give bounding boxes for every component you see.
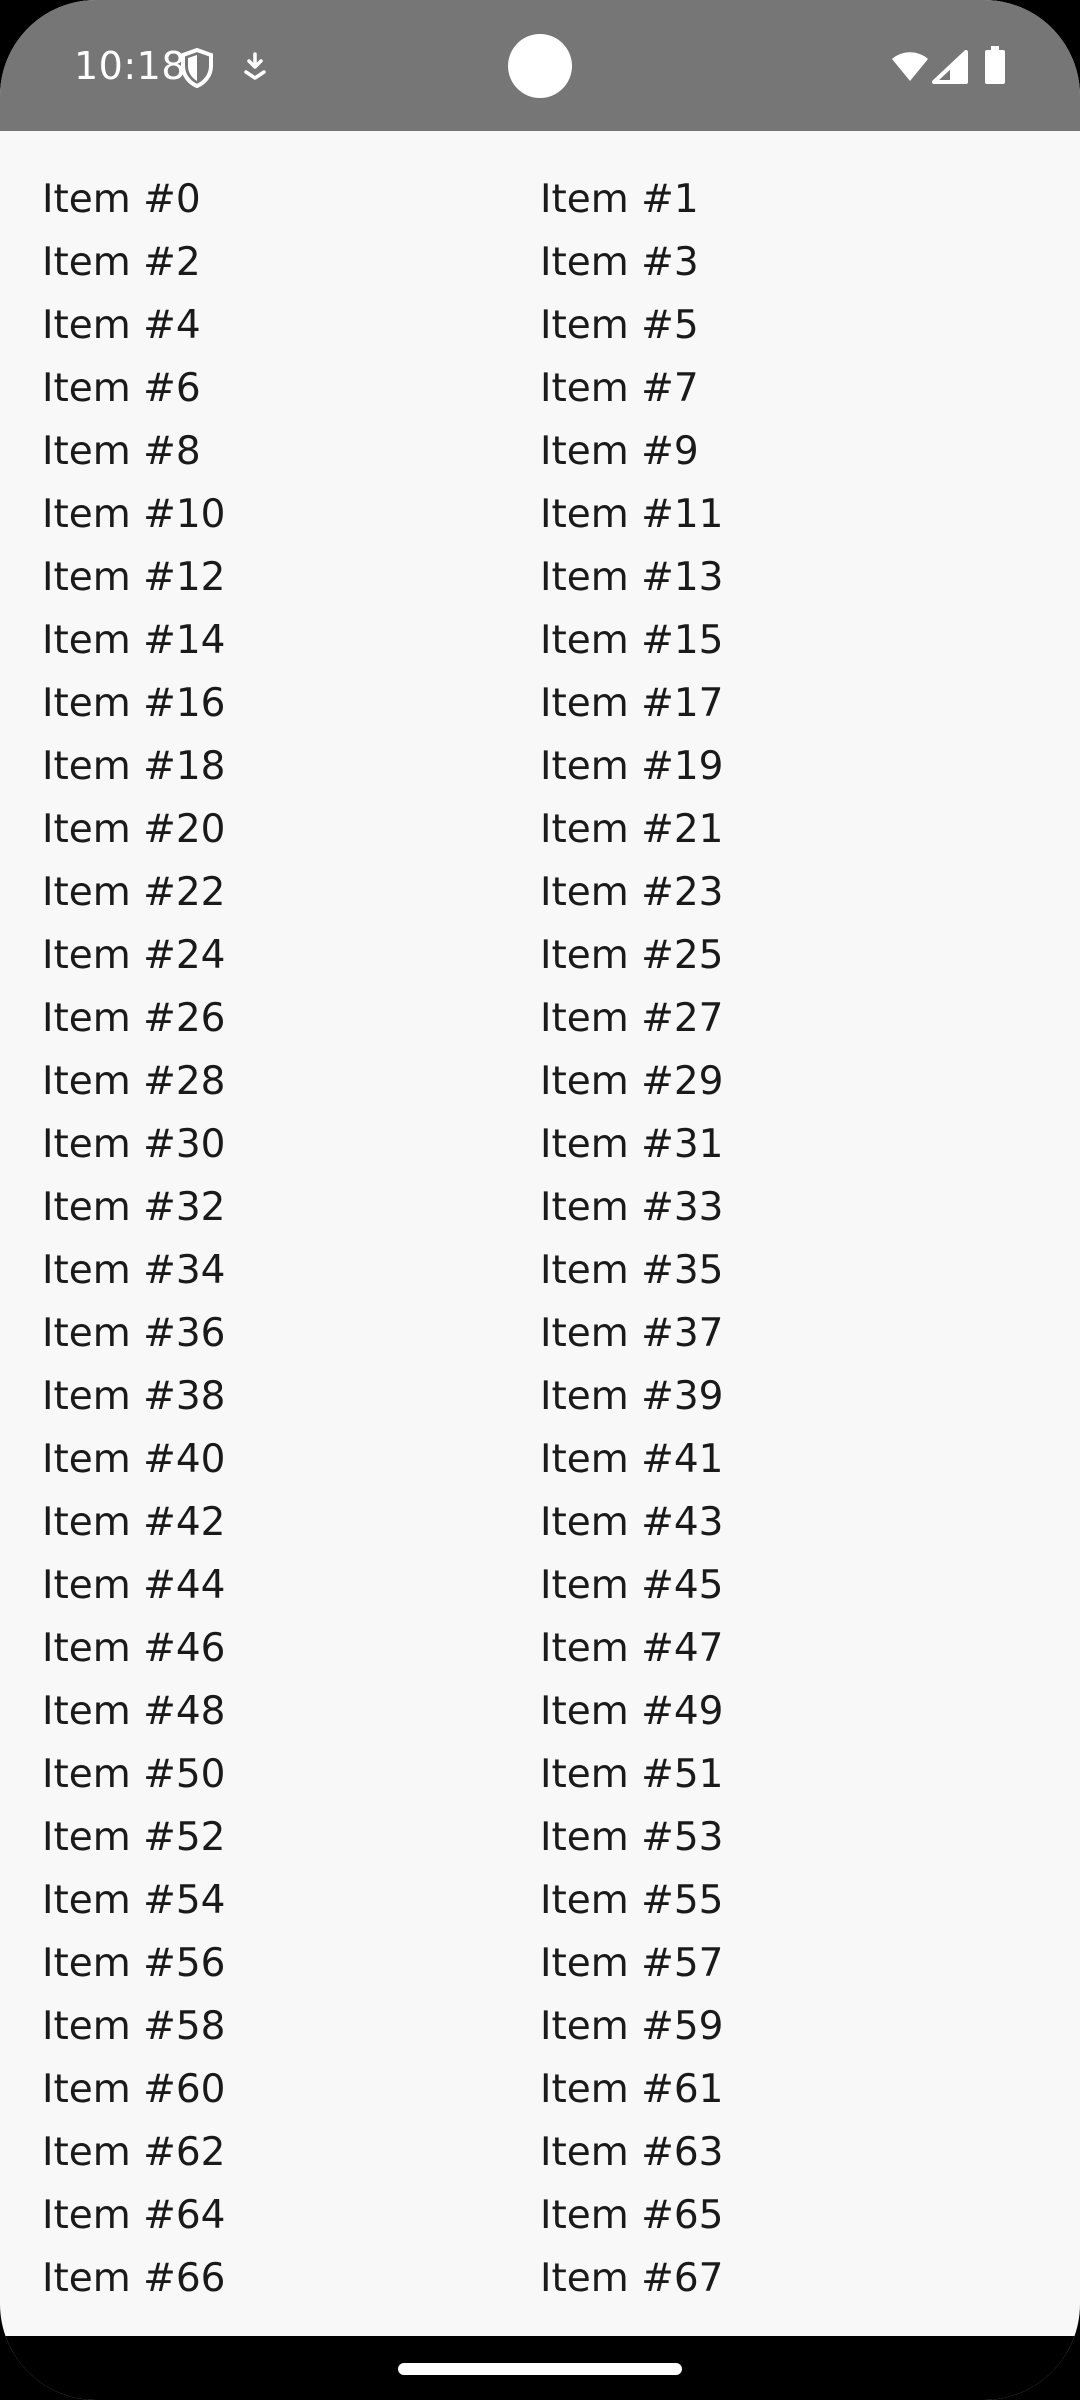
list-item[interactable]: Item #27 bbox=[540, 996, 1038, 1059]
list-item[interactable]: Item #39 bbox=[540, 1374, 1038, 1437]
list-item[interactable]: Item #45 bbox=[540, 1563, 1038, 1626]
list-item[interactable]: Item #0 bbox=[42, 177, 540, 240]
list-item[interactable]: Item #53 bbox=[540, 1815, 1038, 1878]
list-item[interactable]: Item #21 bbox=[540, 807, 1038, 870]
shield-icon bbox=[181, 48, 213, 88]
list-item[interactable]: Item #4 bbox=[42, 303, 540, 366]
list-item[interactable]: Item #56 bbox=[42, 1941, 540, 2004]
list-item[interactable]: Item #38 bbox=[42, 1374, 540, 1437]
battery-icon bbox=[985, 46, 1005, 84]
list-item[interactable]: Item #22 bbox=[42, 870, 540, 933]
list-item[interactable]: Item #42 bbox=[42, 1500, 540, 1563]
phone-screen: 10:18 Item #0 Item #1 Item #2 Item #3 Item #… bbox=[0, 0, 1080, 2400]
list-item[interactable]: Item #28 bbox=[42, 1059, 540, 1122]
list-item[interactable]: Item #46 bbox=[42, 1626, 540, 1689]
list-item[interactable]: Item #25 bbox=[540, 933, 1038, 996]
list-item[interactable]: Item #41 bbox=[540, 1437, 1038, 1500]
list-item[interactable]: Item #64 bbox=[42, 2193, 540, 2256]
list-item[interactable]: Item #62 bbox=[42, 2130, 540, 2193]
list-item[interactable]: Item #50 bbox=[42, 1752, 540, 1815]
list-item[interactable]: Item #37 bbox=[540, 1311, 1038, 1374]
list-item[interactable]: Item #18 bbox=[42, 744, 540, 807]
list-item[interactable]: Item #40 bbox=[42, 1437, 540, 1500]
list-item[interactable]: Item #65 bbox=[540, 2193, 1038, 2256]
list-item[interactable]: Item #15 bbox=[540, 618, 1038, 681]
list-item[interactable]: Item #44 bbox=[42, 1563, 540, 1626]
list-item[interactable]: Item #13 bbox=[540, 555, 1038, 618]
list-item[interactable]: Item #52 bbox=[42, 1815, 540, 1878]
list-item[interactable]: Item #10 bbox=[42, 492, 540, 555]
list-item[interactable]: Item #57 bbox=[540, 1941, 1038, 2004]
list-item[interactable]: Item #24 bbox=[42, 933, 540, 996]
list-item[interactable]: Item #26 bbox=[42, 996, 540, 1059]
list-item[interactable]: Item #11 bbox=[540, 492, 1038, 555]
list-item[interactable]: Item #32 bbox=[42, 1185, 540, 1248]
list-item[interactable]: Item #12 bbox=[42, 555, 540, 618]
download-icon bbox=[244, 52, 266, 80]
cell-signal-icon bbox=[932, 50, 968, 84]
list-item[interactable]: Item #66 bbox=[42, 2256, 540, 2295]
list-item[interactable]: Item #17 bbox=[540, 681, 1038, 744]
list-item[interactable]: Item #54 bbox=[42, 1878, 540, 1941]
home-gesture-handle[interactable] bbox=[398, 2363, 682, 2375]
list-item[interactable]: Item #67 bbox=[540, 2256, 1038, 2295]
list-item[interactable]: Item #49 bbox=[540, 1689, 1038, 1752]
item-grid: Item #0 Item #1 Item #2 Item #3 Item #4 Item … bbox=[42, 177, 1042, 2295]
list-item[interactable]: Item #51 bbox=[540, 1752, 1038, 1815]
camera-cutout bbox=[508, 34, 572, 98]
list-item[interactable]: Item #31 bbox=[540, 1122, 1038, 1185]
list-item[interactable]: Item #1 bbox=[540, 177, 1038, 240]
list-item[interactable]: Item #47 bbox=[540, 1626, 1038, 1689]
list-item[interactable]: Item #8 bbox=[42, 429, 540, 492]
list-item[interactable]: Item #6 bbox=[42, 366, 540, 429]
list-item[interactable]: Item #7 bbox=[540, 366, 1038, 429]
list-item[interactable]: Item #36 bbox=[42, 1311, 540, 1374]
list-item[interactable]: Item #30 bbox=[42, 1122, 540, 1185]
status-time: 10:18 bbox=[74, 44, 187, 88]
list-item[interactable]: Item #35 bbox=[540, 1248, 1038, 1311]
list-item[interactable]: Item #20 bbox=[42, 807, 540, 870]
list-item[interactable]: Item #14 bbox=[42, 618, 540, 681]
list-item[interactable]: Item #2 bbox=[42, 240, 540, 303]
wifi-icon bbox=[892, 52, 928, 81]
list-item[interactable]: Item #29 bbox=[540, 1059, 1038, 1122]
status-bar: 10:18 bbox=[0, 0, 1080, 131]
list-item[interactable]: Item #58 bbox=[42, 2004, 540, 2067]
list-item[interactable]: Item #34 bbox=[42, 1248, 540, 1311]
list-item[interactable]: Item #60 bbox=[42, 2067, 540, 2130]
list-item[interactable]: Item #3 bbox=[540, 240, 1038, 303]
list-item[interactable]: Item #43 bbox=[540, 1500, 1038, 1563]
list-item[interactable]: Item #61 bbox=[540, 2067, 1038, 2130]
list-item[interactable]: Item #5 bbox=[540, 303, 1038, 366]
list-item[interactable]: Item #59 bbox=[540, 2004, 1038, 2067]
list-item[interactable]: Item #23 bbox=[540, 870, 1038, 933]
list-item[interactable]: Item #33 bbox=[540, 1185, 1038, 1248]
list-item[interactable]: Item #55 bbox=[540, 1878, 1038, 1941]
list-item[interactable]: Item #19 bbox=[540, 744, 1038, 807]
list-item[interactable]: Item #16 bbox=[42, 681, 540, 744]
list-item[interactable]: Item #9 bbox=[540, 429, 1038, 492]
list-item[interactable]: Item #48 bbox=[42, 1689, 540, 1752]
list-item[interactable]: Item #63 bbox=[540, 2130, 1038, 2193]
item-list[interactable]: Item #0 Item #1 Item #2 Item #3 Item #4 Item … bbox=[0, 131, 1080, 2295]
